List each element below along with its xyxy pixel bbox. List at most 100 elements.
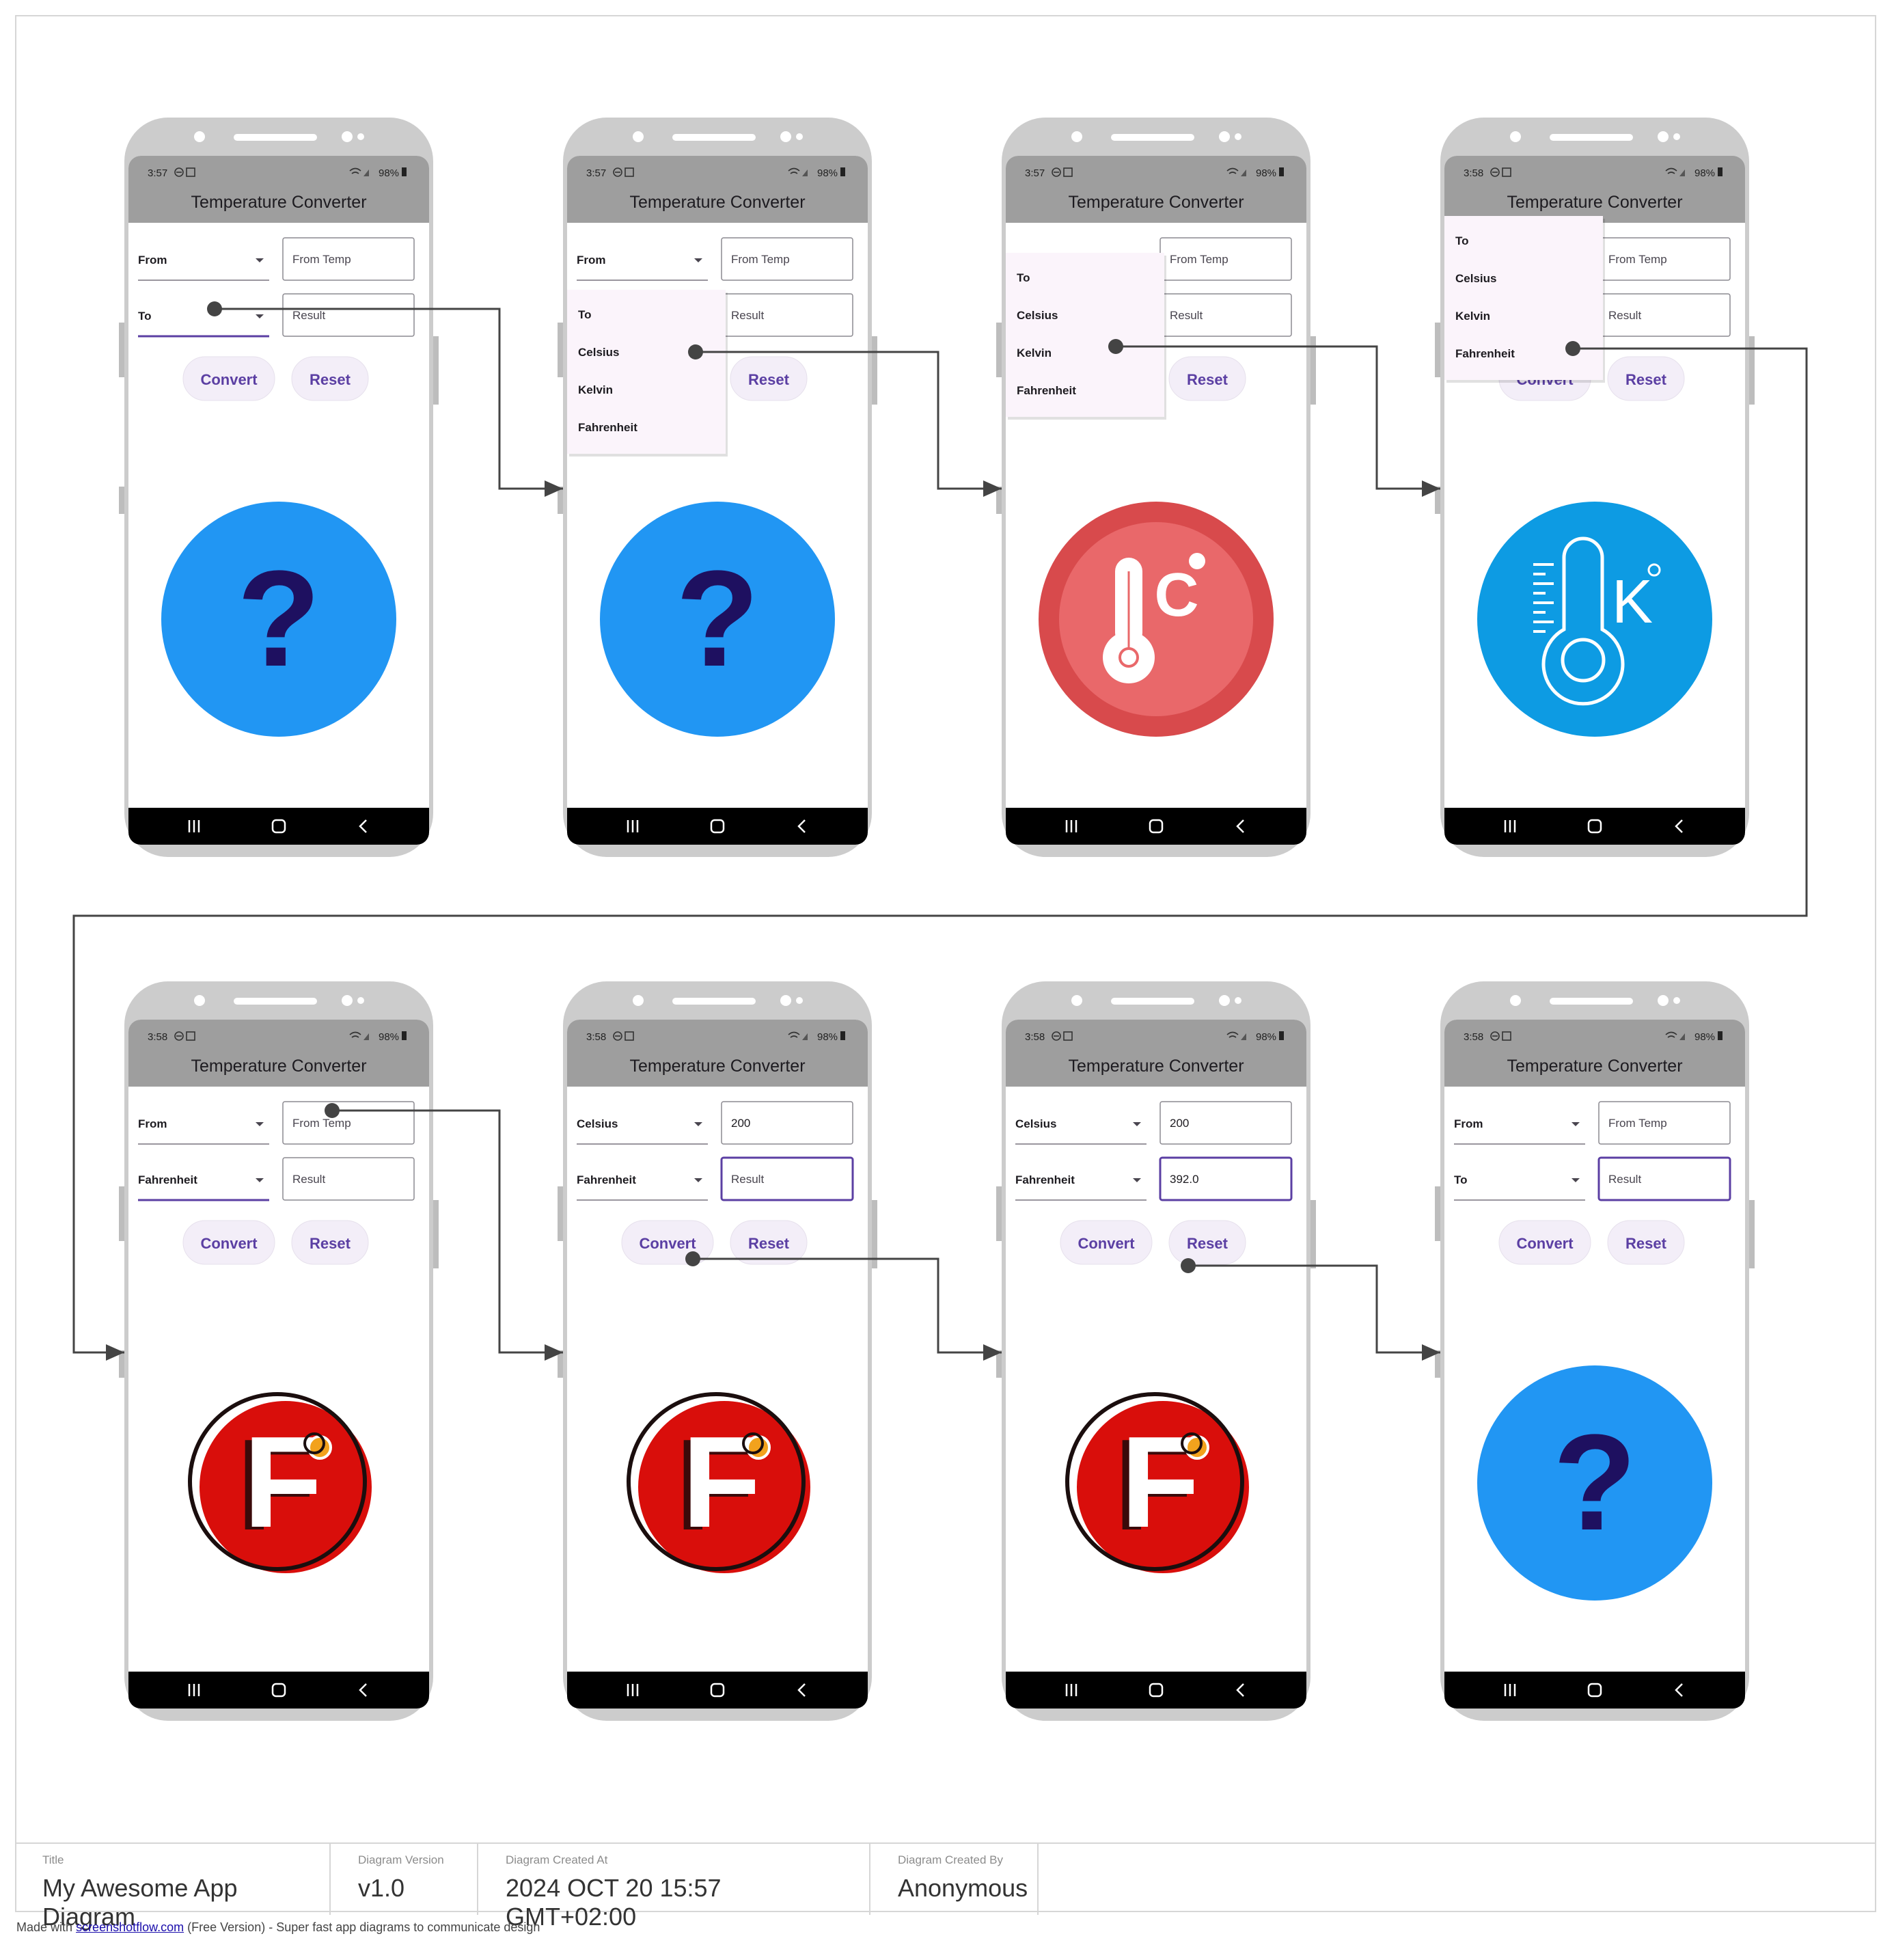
earpiece-speaker xyxy=(672,998,756,1005)
front-camera xyxy=(1071,131,1082,142)
to-dropdown-menu[interactable]: To Celsius Kelvin Fahrenheit xyxy=(1006,253,1166,420)
result-output[interactable]: Result xyxy=(282,293,415,337)
result-output-text: Result xyxy=(292,309,325,322)
phone-side-button xyxy=(996,1186,1002,1241)
app-title: Temperature Converter xyxy=(191,193,366,212)
phone-side-button xyxy=(433,1200,439,1268)
from-temp-input[interactable]: From Temp xyxy=(721,237,853,281)
battery-icon xyxy=(1279,1031,1284,1040)
result-output-text: Result xyxy=(1170,309,1203,322)
earpiece-speaker xyxy=(1111,134,1194,141)
menu-item-fahrenheit[interactable]: Fahrenheit xyxy=(1455,347,1515,360)
footer-title-cell: Title My Awesome App Diagram xyxy=(15,1844,331,1931)
light-sensor xyxy=(1235,997,1241,1004)
question-icon: ? xyxy=(600,502,835,737)
degree-dot xyxy=(1189,553,1205,569)
app-title: Temperature Converter xyxy=(629,1057,805,1076)
menu-item-to[interactable]: To xyxy=(578,308,592,321)
footer-version-cell: Diagram Version v1.0 xyxy=(331,1844,478,1915)
reset-button[interactable]: Reset xyxy=(1168,356,1246,401)
reset-button-label: Reset xyxy=(310,1235,351,1252)
result-output-text: Result xyxy=(1608,309,1641,322)
menu-item-celsius[interactable]: Celsius xyxy=(578,346,619,359)
battery-icon xyxy=(1718,1031,1723,1040)
phone-side-button xyxy=(996,1350,1002,1378)
to-dropdown-value: Fahrenheit xyxy=(1015,1173,1075,1186)
convert-button[interactable]: Convert xyxy=(1498,1220,1591,1265)
celsius-letter: C xyxy=(1155,561,1199,629)
kelvin-letter: K xyxy=(1612,568,1653,636)
from-temp-input[interactable]: From Temp xyxy=(282,1101,415,1145)
status-time: 3:58 xyxy=(1025,1031,1045,1043)
phone-side-button xyxy=(1435,1350,1440,1378)
menu-item-to[interactable]: To xyxy=(1455,234,1469,247)
from-temp-input[interactable]: 200 xyxy=(721,1101,853,1145)
proximity-sensor xyxy=(1658,131,1669,142)
footer-title-label: Title xyxy=(42,1853,64,1866)
to-dropdown-menu[interactable]: To Celsius Kelvin Fahrenheit xyxy=(1444,216,1605,383)
reset-button[interactable]: Reset xyxy=(291,1220,369,1265)
reset-button[interactable]: Reset xyxy=(730,1220,808,1265)
reset-button-label: Reset xyxy=(1625,1235,1667,1252)
menu-item-celsius[interactable]: Celsius xyxy=(1455,272,1496,285)
celsius-thermometer-icon: C xyxy=(1039,502,1274,737)
status-time: 3:57 xyxy=(1025,167,1045,179)
credit-link[interactable]: screenshotflow.com xyxy=(76,1920,184,1934)
credit-line: Made with screenshotflow.com (Free Versi… xyxy=(16,1920,540,1935)
result-output[interactable]: Result xyxy=(282,1157,415,1201)
phone-side-button xyxy=(1749,336,1755,405)
phone-side-button xyxy=(558,1350,563,1378)
reset-button[interactable]: Reset xyxy=(730,356,808,401)
result-output[interactable]: Result xyxy=(720,1156,854,1201)
status-time: 3:57 xyxy=(148,167,167,179)
app-flow-diagram: 3:57 98% Temperature Converter From To From T… xyxy=(72,118,1808,1721)
convert-button[interactable]: Convert xyxy=(182,356,275,401)
reset-button[interactable]: Reset xyxy=(291,356,369,401)
to-dropdown-menu[interactable]: To Celsius Kelvin Fahrenheit xyxy=(567,290,728,457)
phone-screen-4: 3:58 98% Temperature Converter From Temp Res… xyxy=(1435,118,1755,857)
phone-side-button xyxy=(119,1350,124,1378)
from-temp-input-text: 200 xyxy=(1170,1117,1189,1130)
result-output[interactable]: Result xyxy=(721,293,853,337)
result-output[interactable]: 392.0 xyxy=(1159,1156,1293,1201)
menu-item-kelvin[interactable]: Kelvin xyxy=(1455,310,1490,323)
from-temp-input[interactable]: From Temp xyxy=(1598,1101,1731,1145)
menu-item-celsius[interactable]: Celsius xyxy=(1017,309,1058,322)
result-output[interactable]: Result xyxy=(1597,1156,1731,1201)
convert-button[interactable]: Convert xyxy=(182,1220,275,1265)
status-time: 3:58 xyxy=(1464,167,1483,179)
menu-item-fahrenheit[interactable]: Fahrenheit xyxy=(1017,384,1076,397)
kelvin-thermometer-icon: K xyxy=(1477,502,1712,737)
convert-button[interactable]: Convert xyxy=(1060,1220,1153,1265)
from-temp-input[interactable]: 200 xyxy=(1159,1101,1292,1145)
phone-side-button xyxy=(996,487,1002,514)
battery-icon xyxy=(1718,167,1723,176)
battery-percent: 98% xyxy=(379,167,399,179)
from-dropdown-value: From xyxy=(577,254,606,267)
menu-item-kelvin[interactable]: Kelvin xyxy=(1017,346,1052,359)
menu-item-to[interactable]: To xyxy=(1017,271,1030,284)
phone-side-button xyxy=(433,336,439,405)
reset-button[interactable]: Reset xyxy=(1607,1220,1685,1265)
from-temp-input[interactable]: From Temp xyxy=(282,237,415,281)
from-temp-input[interactable]: From Temp xyxy=(1159,237,1292,281)
phone-side-button xyxy=(1435,323,1440,377)
to-dropdown-value: To xyxy=(138,310,152,323)
reset-button[interactable]: Reset xyxy=(1168,1220,1246,1265)
result-output[interactable]: Result xyxy=(1598,293,1731,337)
question-icon: ? xyxy=(1477,1365,1712,1601)
proximity-sensor xyxy=(342,995,353,1006)
phone-side-button xyxy=(1435,487,1440,514)
from-temp-input[interactable]: From Temp xyxy=(1598,237,1731,281)
menu-item-fahrenheit[interactable]: Fahrenheit xyxy=(578,421,637,434)
reset-button[interactable]: Reset xyxy=(1607,356,1685,401)
menu-item-kelvin[interactable]: Kelvin xyxy=(578,383,613,396)
phone-screen-3: 3:57 98% Temperature Converter From Temp Res… xyxy=(996,118,1316,857)
app-title: Temperature Converter xyxy=(1507,1057,1682,1076)
earpiece-speaker xyxy=(1111,998,1194,1005)
footer-created-by-cell: Diagram Created By Anonymous xyxy=(870,1844,1039,1915)
convert-button-label: Convert xyxy=(1516,1235,1574,1252)
result-output[interactable]: Result xyxy=(1159,293,1292,337)
result-output-text: Result xyxy=(1608,1173,1641,1186)
result-output-text: 392.0 xyxy=(1170,1173,1199,1186)
